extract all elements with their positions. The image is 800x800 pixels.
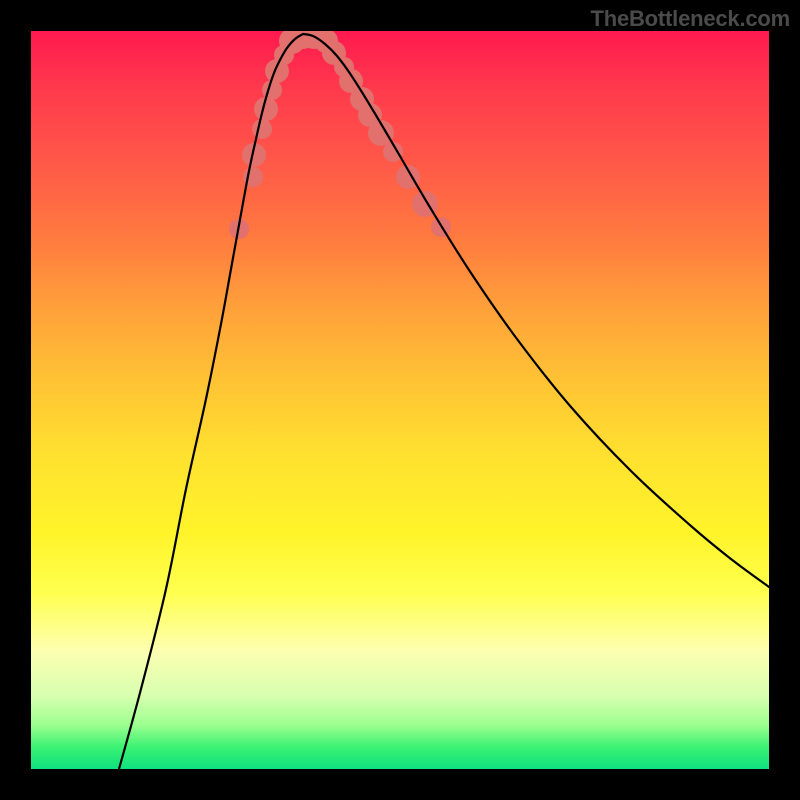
curve-left-branch [119, 34, 303, 769]
dots-layer [229, 31, 451, 239]
chart-frame: TheBottleneck.com [0, 0, 800, 800]
data-dot [262, 80, 282, 100]
plot-area [31, 31, 769, 769]
curves-svg [31, 31, 769, 769]
watermark-text: TheBottleneck.com [590, 6, 790, 32]
data-dot [252, 119, 272, 139]
